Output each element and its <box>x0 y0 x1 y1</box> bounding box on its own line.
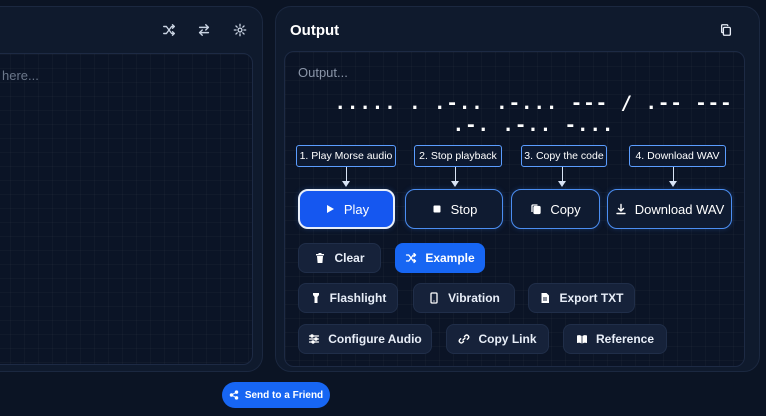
callout-play-arrowhead <box>342 181 350 187</box>
stop-button-label: Stop <box>450 201 478 217</box>
stop-button[interactable]: Stop <box>405 189 503 229</box>
callout-copy-arrow <box>562 167 563 182</box>
play-button[interactable]: Play <box>298 189 395 229</box>
output-panel: Output Output... ..... . .-.. .-... --- … <box>275 6 760 372</box>
callout-download: 4. Download WAV <box>629 145 726 167</box>
flashlight-button-label: Flashlight <box>329 291 387 305</box>
gear-icon[interactable] <box>227 17 253 43</box>
trash-icon <box>316 253 325 263</box>
share-icon <box>229 390 239 400</box>
callout-play-arrow <box>346 167 347 182</box>
callout-copy: 3. Copy the code <box>521 145 607 167</box>
copy-link-button-label: Copy Link <box>478 332 537 346</box>
vibration-button[interactable]: Vibration <box>413 283 515 313</box>
book-icon <box>576 335 587 344</box>
download-icon <box>616 203 626 215</box>
download-wav-button-label: Download WAV <box>634 201 725 217</box>
file-icon <box>541 293 550 303</box>
reference-button-label: Reference <box>595 332 655 346</box>
vibration-button-label: Vibration <box>448 291 500 305</box>
callout-download-arrowhead <box>669 181 677 187</box>
export-txt-button[interactable]: Export TXT <box>528 283 635 313</box>
example-button-label: Example <box>425 251 475 265</box>
copy-link-button[interactable]: Copy Link <box>446 324 549 354</box>
output-title: Output <box>290 22 340 39</box>
reference-button[interactable]: Reference <box>563 324 667 354</box>
input-panel: here... <box>0 6 263 372</box>
callout-stop-arrow <box>455 167 456 182</box>
copy-icon[interactable] <box>713 17 739 43</box>
copy-icon <box>531 204 541 215</box>
shuffle-icon[interactable] <box>156 17 182 43</box>
flashlight-button[interactable]: Flashlight <box>298 283 398 313</box>
send-to-friend-label: Send to a Friend <box>244 389 324 401</box>
play-button-label: Play <box>343 201 370 217</box>
configure-audio-button-label: Configure Audio <box>328 332 422 346</box>
sliders-icon <box>309 334 320 344</box>
phone-icon <box>430 292 438 304</box>
send-to-friend-button[interactable]: Send to a Friend <box>222 382 330 408</box>
play-icon <box>326 205 334 213</box>
stop-icon <box>433 205 441 213</box>
copy-button-label: Copy <box>550 201 581 217</box>
morse-output: ..... . .-.. .-... --- / .-- --- .-. .-.… <box>334 92 733 136</box>
swap-icon[interactable] <box>191 17 217 43</box>
example-button[interactable]: Example <box>395 243 485 273</box>
callout-play: 1. Play Morse audio <box>296 145 396 167</box>
input-textarea[interactable]: here... <box>0 53 253 365</box>
export-txt-button-label: Export TXT <box>559 291 624 305</box>
shuffle-icon <box>406 252 417 264</box>
callout-stop: 2. Stop playback <box>414 145 502 167</box>
flashlight-icon <box>312 293 319 303</box>
output-textarea[interactable]: Output... ..... . .-.. .-... --- / .-- -… <box>284 51 745 367</box>
input-placeholder: here... <box>2 68 39 83</box>
download-wav-button[interactable]: Download WAV <box>607 189 732 229</box>
clear-button[interactable]: Clear <box>298 243 381 273</box>
output-placeholder: Output... <box>298 65 348 80</box>
clear-button-label: Clear <box>334 251 365 265</box>
configure-audio-button[interactable]: Configure Audio <box>298 324 432 354</box>
callout-stop-arrowhead <box>451 181 459 187</box>
link-icon <box>459 334 470 344</box>
copy-button[interactable]: Copy <box>511 189 600 229</box>
callout-copy-arrowhead <box>558 181 566 187</box>
callout-download-arrow <box>673 167 674 182</box>
